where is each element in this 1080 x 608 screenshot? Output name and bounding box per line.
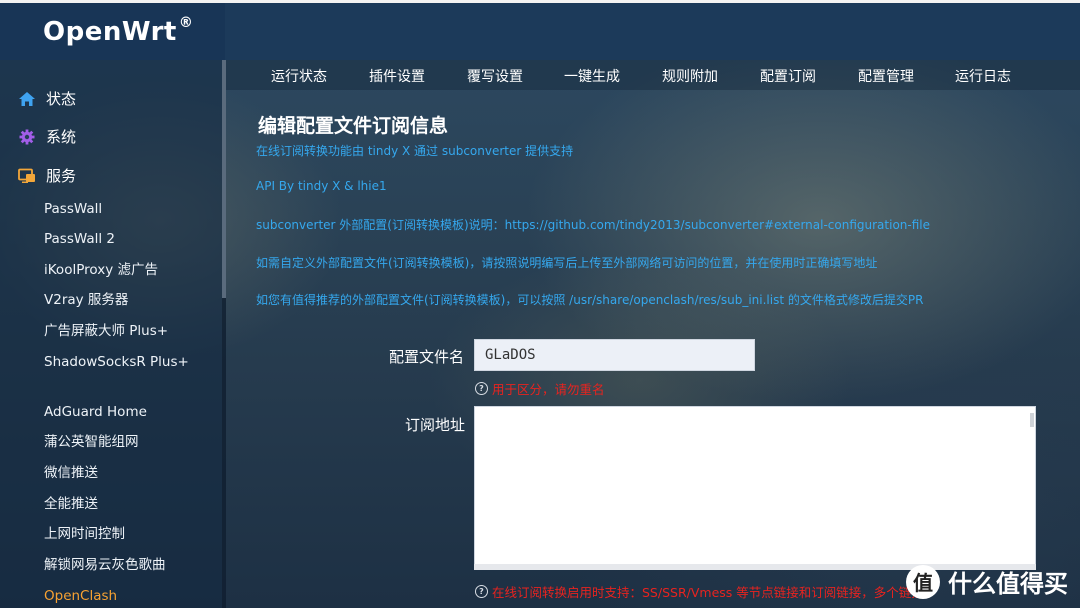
config-name-label: 配置文件名	[389, 348, 465, 366]
sidebar-item-all-push[interactable]: 全能推送	[44, 496, 98, 513]
tab-config-manage[interactable]: 配置管理	[858, 66, 914, 86]
home-icon	[18, 90, 36, 108]
sidebar-item-openclash[interactable]: OpenClash	[44, 588, 117, 605]
info-line: 在线订阅转换功能由 tindy X 通过 subconverter 提供支持	[256, 144, 574, 158]
sidebar-item-v2ray-server[interactable]: V2ray 服务器	[44, 292, 128, 309]
tab-plugin-settings[interactable]: 插件设置	[369, 66, 425, 86]
info-line: API By tindy X & lhie1	[256, 179, 387, 193]
info-line: 如需自定义外部配置文件(订阅转换模板)，请按照说明编写后上传至外部网络可访问的位…	[256, 256, 878, 270]
info-line-link[interactable]: subconverter 外部配置(订阅转换模板)说明：https://gith…	[256, 216, 930, 233]
sidebar-item-services[interactable]: 服务	[18, 165, 76, 186]
sidebar-item-shadowsocksr-plus[interactable]: ShadowSocksR Plus+	[44, 354, 194, 371]
textarea-scrollbar[interactable]	[1030, 413, 1034, 427]
info-line: 如您有值得推荐的外部配置文件(订阅转换模板)，可以按照 /usr/share/o…	[256, 293, 924, 307]
tab-override-settings[interactable]: 覆写设置	[467, 66, 523, 86]
subscribe-url-label: 订阅地址	[405, 416, 466, 434]
help-icon: ?	[475, 585, 488, 598]
sidebar-item-unblock-netease[interactable]: 解锁网易云灰色歌曲	[44, 557, 166, 574]
sidebar-scrollbar[interactable]	[222, 60, 226, 298]
watermark: 值 什么值得买	[906, 564, 1068, 599]
config-name-hint-text: 用于区分，请勿重名	[492, 382, 605, 397]
sidebar-item-pgyvpn[interactable]: 蒲公英智能组网	[44, 434, 139, 451]
header-bar: OpenWrt ®	[0, 3, 1080, 60]
page-title: 编辑配置文件订阅信息	[258, 115, 449, 137]
config-name-hint: ? 用于区分，请勿重名	[475, 379, 605, 398]
sidebar-item-passwall[interactable]: PassWall	[44, 201, 102, 218]
subscribe-url-textarea[interactable]	[474, 406, 1036, 568]
sidebar-item-ikoolproxy[interactable]: iKoolProxy 滤广告	[44, 262, 158, 279]
sidebar-item-system[interactable]: 系统	[18, 126, 76, 147]
tab-rule-append[interactable]: 规则附加	[662, 66, 718, 86]
sidebar-item-label: 系统	[46, 128, 77, 146]
watermark-text: 什么值得买	[948, 570, 1068, 598]
config-name-input[interactable]	[474, 339, 755, 371]
tab-bar: 运行状态 插件设置 覆写设置 一键生成 规则附加 配置订阅 配置管理 运行日志	[226, 60, 1080, 90]
help-icon: ?	[475, 382, 488, 395]
brand-registered-mark: ®	[178, 14, 194, 31]
sidebar-item-label: 服务	[46, 167, 77, 185]
services-icon	[18, 167, 36, 185]
tab-config-subscribe[interactable]: 配置订阅	[760, 66, 816, 86]
subscribe-url-hint: ? 在线订阅转换启用时支持：SS/SSR/Vmess 等节点链接和订阅链接，多个…	[475, 582, 924, 601]
sidebar-item-time-control[interactable]: 上网时间控制	[44, 526, 125, 543]
sidebar-item-adguard-home[interactable]: AdGuard Home	[44, 404, 147, 421]
tab-one-click-generate[interactable]: 一键生成	[564, 66, 620, 86]
brand-area[interactable]: OpenWrt ®	[0, 3, 225, 60]
gear-icon	[18, 128, 36, 146]
brand-logo[interactable]: OpenWrt ®	[43, 14, 194, 47]
sidebar-item-adbyby-plus[interactable]: 广告屏蔽大师 Plus+	[44, 323, 168, 340]
subscribe-url-hint-text: 在线订阅转换启用时支持：SS/SSR/Vmess 等节点链接和订阅链接，多个链接	[492, 585, 924, 600]
brand-name: OpenWrt	[43, 16, 177, 47]
watermark-logo: 值	[906, 564, 940, 599]
sidebar-item-passwall2[interactable]: PassWall 2	[44, 231, 115, 248]
sidebar-item-wechat-push[interactable]: 微信推送	[44, 465, 98, 482]
tab-run-log[interactable]: 运行日志	[955, 66, 1011, 86]
sidebar-item-label: 状态	[46, 90, 77, 108]
tab-run-status[interactable]: 运行状态	[271, 66, 327, 86]
sidebar-item-status[interactable]: 状态	[18, 88, 76, 109]
